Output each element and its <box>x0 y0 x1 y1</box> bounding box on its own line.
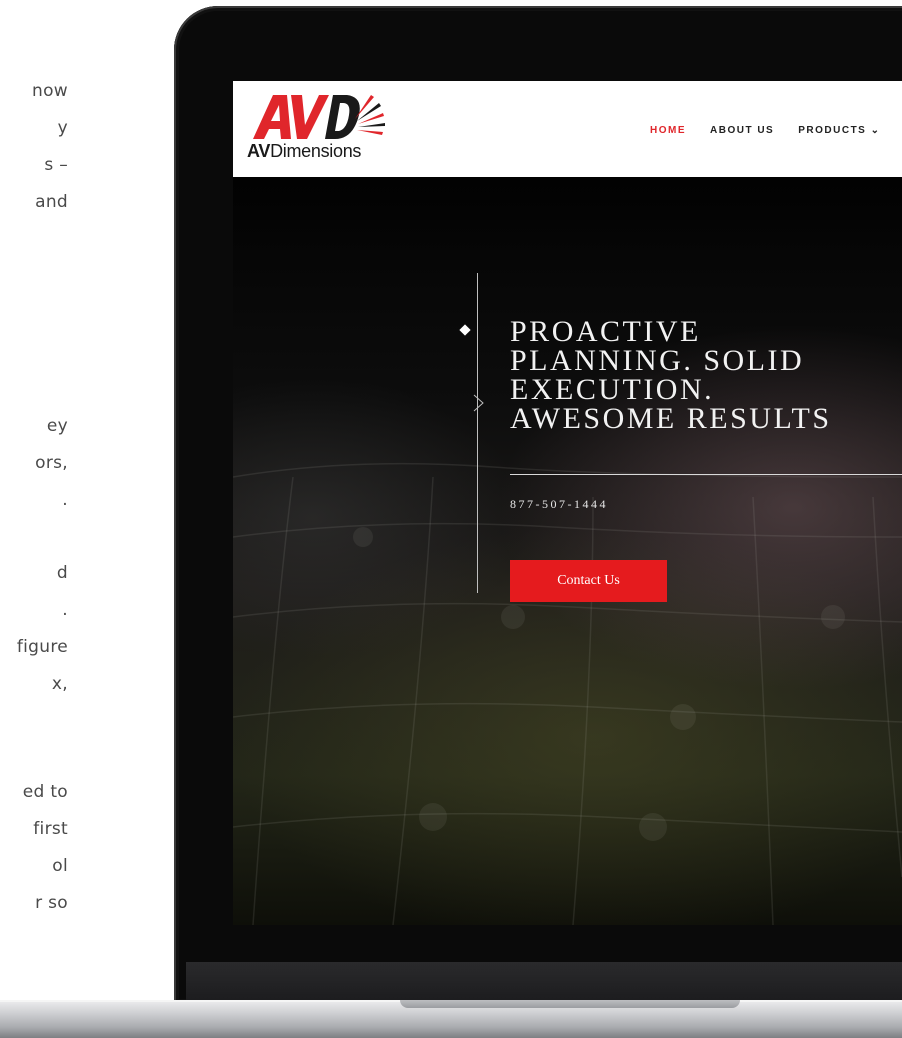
article-text-column: now y s – and ey ors,. d. figure x, ed to first ol r… <box>0 0 170 1036</box>
article-text-line: y <box>57 118 68 138</box>
article-text-line: . <box>62 490 68 510</box>
article-text-line: first <box>33 819 68 839</box>
laptop-bottom-bezel <box>186 962 902 1002</box>
site-logo[interactable]: AVDimensions <box>247 89 397 169</box>
nav-item-about-us[interactable]: ABOUT US <box>710 125 774 136</box>
headline-underline <box>510 474 902 475</box>
laptop-screen: AVDimensions HOME ABOUT US PRODUCTS ⌄ PH <box>233 81 902 925</box>
article-text-line: . <box>62 600 68 620</box>
article-text-line: x, <box>51 674 68 694</box>
logo-wordmark: AVDimensions <box>247 141 362 161</box>
article-text-line: ed to <box>22 782 68 802</box>
contact-us-button[interactable]: Contact Us <box>510 560 667 602</box>
article-text-line: figure <box>16 637 68 657</box>
hero-vertical-line <box>477 273 478 593</box>
hero-section: PROACTIVE PLANNING. SOLID EXECUTION. AWE… <box>233 177 902 925</box>
headline-line-3: EXECUTION. <box>510 373 715 406</box>
headline-line-2: PLANNING. SOLID <box>510 344 805 377</box>
headline-line-1: PROACTIVE <box>510 315 701 348</box>
hero-headline: PROACTIVE PLANNING. SOLID EXECUTION. AWE… <box>510 315 902 435</box>
nav-item-products[interactable]: PRODUCTS ⌄ <box>798 125 880 136</box>
article-text-line: and <box>35 192 68 212</box>
site-header: AVDimensions HOME ABOUT US PRODUCTS ⌄ PH <box>233 81 902 177</box>
article-text-line: now <box>32 81 68 101</box>
main-nav: HOME ABOUT US PRODUCTS ⌄ PH <box>650 125 902 136</box>
nav-item-home[interactable]: HOME <box>650 125 686 136</box>
article-text-line: r so <box>35 893 68 913</box>
article-text-line: s – <box>44 155 68 175</box>
article-text-line: ey <box>46 416 68 436</box>
laptop-base-notch <box>400 1000 740 1008</box>
puzzle-floor-background <box>233 462 902 925</box>
headline-line-4: AWESOME RESULTS <box>510 402 832 435</box>
article-text-line: ol <box>52 856 68 876</box>
chevron-right-icon <box>473 394 484 412</box>
avd-logo-mark-icon <box>253 95 385 139</box>
article-text-line: d <box>56 563 68 583</box>
phone-number[interactable]: 877-507-1444 <box>510 497 608 512</box>
article-text-line: ors, <box>35 453 68 473</box>
